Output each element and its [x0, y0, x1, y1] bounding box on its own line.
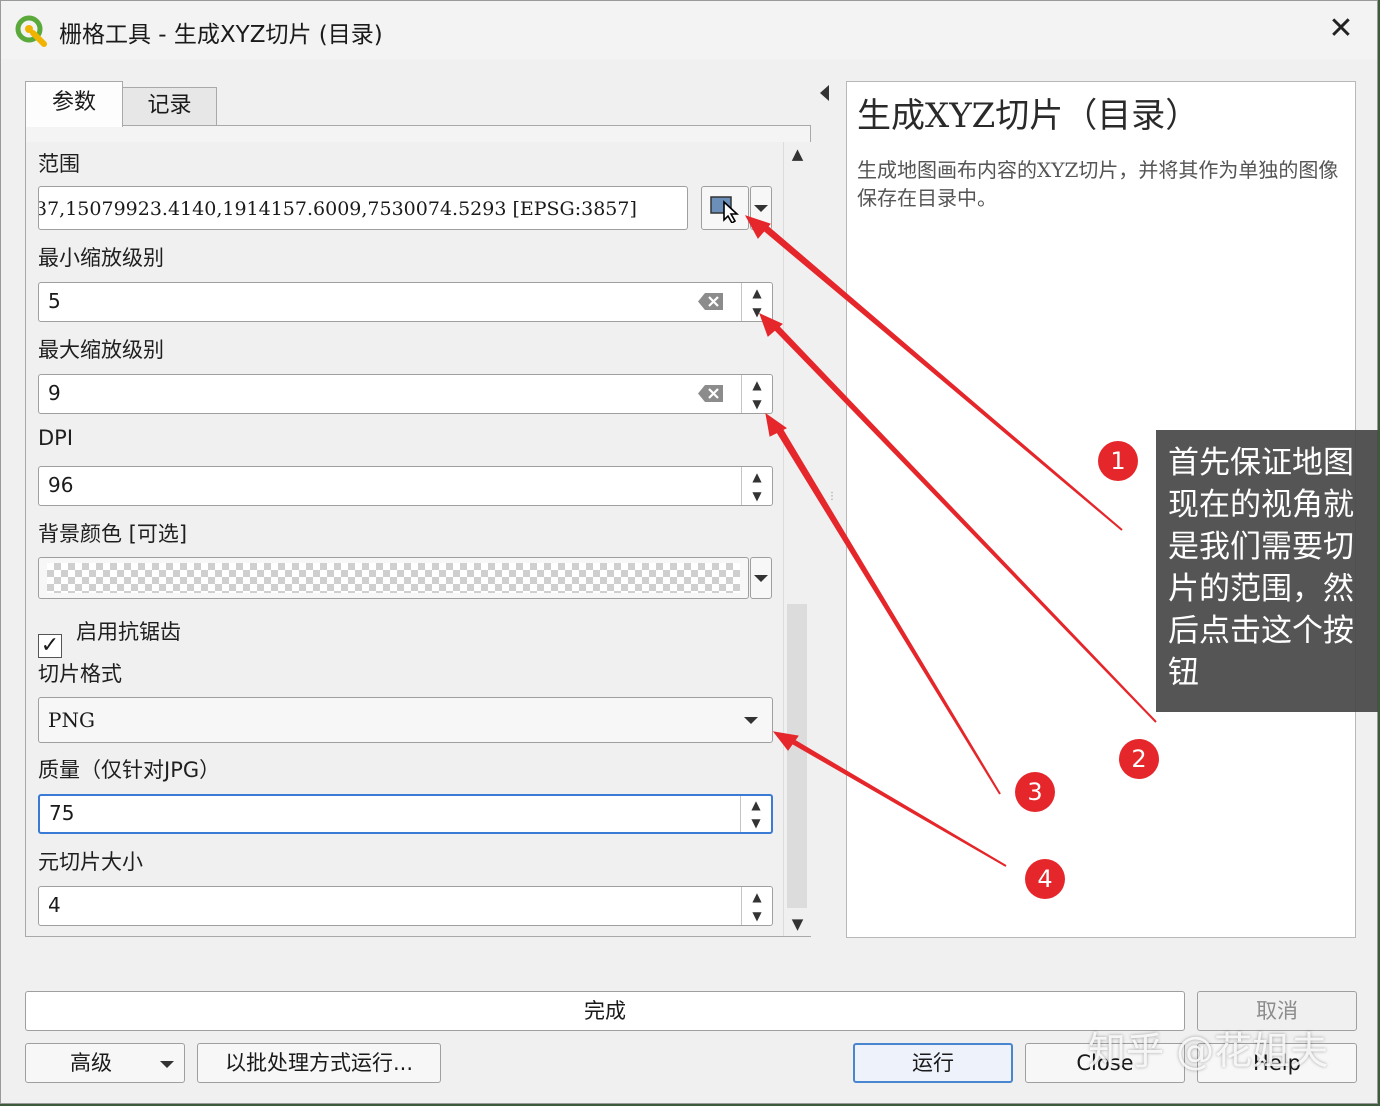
dpi-input[interactable]: 96 ▲ ▼ — [38, 466, 773, 506]
marker-1: 1 — [1098, 441, 1138, 481]
marker-3: 3 — [1015, 772, 1055, 812]
max-zoom-spinbox: ▲ ▼ — [741, 375, 772, 413]
close-window-icon[interactable]: ✕ — [1323, 11, 1359, 47]
max-zoom-label: 最大缩放级别 — [38, 338, 164, 362]
select-on-canvas-icon — [710, 196, 740, 225]
antialias-checkbox[interactable]: ✓ — [38, 634, 62, 658]
tile-format-value: PNG — [48, 708, 95, 732]
help-description: 生成地图画布内容的XYZ切片，并将其作为单独的图像保存在目录中。 — [857, 158, 1339, 210]
advanced-button[interactable]: 高级 — [25, 1043, 185, 1083]
tile-format-select[interactable]: PNG — [38, 697, 773, 743]
cancel-button[interactable]: 取消 — [1197, 991, 1357, 1031]
spin-down-icon[interactable]: ▼ — [742, 486, 772, 505]
scroll-down-icon[interactable]: ▼ — [784, 912, 811, 936]
advanced-button-label: 高级 — [70, 1051, 112, 1075]
min-zoom-input[interactable]: 5 ▲ ▼ — [38, 282, 773, 322]
collapse-help-icon[interactable] — [820, 85, 829, 101]
clear-input-icon[interactable] — [698, 384, 724, 403]
metatile-value: 4 — [48, 893, 61, 917]
marker-2: 2 — [1119, 739, 1159, 779]
dpi-spinbox: ▲ ▼ — [741, 467, 772, 505]
quality-spinbox: ▲ ▼ — [740, 796, 771, 832]
extent-value: 37,15079923.4140,1914157.6009,7530074.52… — [38, 198, 637, 220]
progress-bar: 完成 — [25, 991, 1185, 1031]
help-title: 生成XYZ切片（目录） — [857, 96, 1200, 136]
dpi-value: 96 — [48, 473, 74, 497]
run-button[interactable]: 运行 — [853, 1043, 1013, 1083]
spin-down-icon[interactable]: ▼ — [742, 394, 772, 413]
background-color-label: 背景颜色 [可选] — [38, 522, 188, 546]
extent-dropdown-button[interactable] — [750, 186, 772, 230]
scrollbar-thumb[interactable] — [787, 604, 807, 908]
metatile-label: 元切片大小 — [38, 850, 143, 874]
chevron-down-icon — [754, 205, 768, 212]
spin-down-icon[interactable]: ▼ — [741, 814, 771, 832]
scroll-up-icon[interactable]: ▲ — [784, 142, 811, 166]
quality-value: 75 — [49, 801, 75, 825]
metatile-spinbox: ▲ ▼ — [741, 887, 772, 925]
tab-parameters[interactable]: 参数 — [25, 81, 123, 127]
help-button[interactable]: Help — [1197, 1043, 1357, 1083]
extent-input[interactable]: 37,15079923.4140,1914157.6009,7530074.52… — [38, 186, 688, 230]
metatile-input[interactable]: 4 ▲ ▼ — [38, 886, 773, 926]
vertical-scrollbar[interactable]: ▲ ▼ — [783, 142, 811, 936]
qgis-logo-icon — [15, 15, 47, 47]
antialias-label: 启用抗锯齿 — [76, 620, 181, 644]
close-button[interactable]: Close — [1025, 1043, 1185, 1083]
max-zoom-value: 9 — [48, 381, 61, 405]
quality-label: 质量（仅针对JPG） — [38, 758, 221, 782]
title-bar: 栅格工具 - 生成XYZ切片 (目录) ✕ — [1, 1, 1377, 59]
panel-splitter[interactable]: ⋮ — [827, 491, 837, 531]
run-as-batch-button[interactable]: 以批处理方式运行... — [197, 1043, 441, 1083]
window-title: 栅格工具 - 生成XYZ切片 (目录) — [59, 22, 383, 48]
spin-down-icon[interactable]: ▼ — [742, 302, 772, 321]
chevron-down-icon — [754, 575, 768, 582]
chevron-down-icon — [744, 717, 758, 724]
min-zoom-label: 最小缩放级别 — [38, 246, 164, 270]
background-color-button[interactable] — [38, 557, 749, 599]
parameters-panel: 范围 37,15079923.4140,1914157.6009,7530074… — [25, 125, 811, 937]
marker-4: 4 — [1025, 859, 1065, 899]
max-zoom-input[interactable]: 9 ▲ ▼ — [38, 374, 773, 414]
clear-input-icon[interactable] — [698, 292, 724, 311]
annotation-callout: 首先保证地图现在的视角就是我们需要切片的范围，然后点击这个按钮 — [1156, 430, 1378, 712]
map-canvas-extent-button[interactable] — [701, 186, 749, 230]
min-zoom-spinbox: ▲ ▼ — [741, 283, 772, 321]
extent-label: 范围 — [38, 152, 80, 176]
spin-down-icon[interactable]: ▼ — [742, 906, 772, 925]
dpi-label: DPI — [38, 426, 74, 450]
tab-log[interactable]: 记录 — [122, 87, 217, 125]
transparent-color-swatch — [47, 563, 740, 593]
background-color-dropdown[interactable] — [750, 557, 772, 599]
min-zoom-value: 5 — [48, 289, 61, 313]
quality-input[interactable]: 75 ▲ ▼ — [38, 794, 773, 834]
tile-format-label: 切片格式 — [38, 662, 122, 686]
parameters-scroll-area: 范围 37,15079923.4140,1914157.6009,7530074… — [26, 142, 783, 936]
chevron-down-icon — [160, 1061, 174, 1068]
